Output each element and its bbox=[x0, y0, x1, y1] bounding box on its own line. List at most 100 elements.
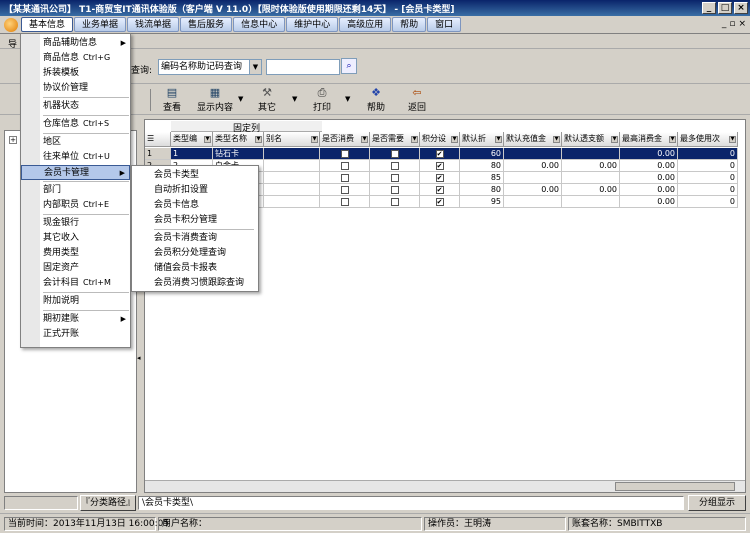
submenu-item-4[interactable]: 会员卡积分管理 bbox=[132, 213, 258, 228]
menu-8[interactable]: 帮助 bbox=[392, 17, 427, 32]
mdi-restore-icon[interactable]: ▫ bbox=[729, 19, 735, 29]
menu-item-1[interactable]: 商品辅助信息 ▶ bbox=[21, 36, 130, 51]
view-button[interactable]: ▤ 查看 bbox=[160, 87, 184, 114]
submenu-item-6[interactable]: 会员积分处理查询 bbox=[132, 246, 258, 261]
checkbox-icon[interactable] bbox=[340, 185, 349, 194]
checkbox-checked-icon[interactable]: ✔ bbox=[435, 197, 444, 206]
sort-icon[interactable]: ▼ bbox=[553, 136, 560, 143]
grid-cell-discount[interactable]: 95 bbox=[460, 196, 504, 208]
sort-icon[interactable]: ▼ bbox=[311, 136, 318, 143]
scroll-thumb[interactable] bbox=[615, 482, 735, 491]
grid-cell-points[interactable]: ✔ bbox=[420, 184, 460, 196]
grid-cell-consume[interactable] bbox=[320, 196, 370, 208]
sort-icon[interactable]: ▼ bbox=[451, 136, 458, 143]
submenu-item-5[interactable]: 会员卡消费查询 bbox=[132, 231, 258, 246]
display-content-button[interactable]: ▦ 显示内容 bbox=[195, 87, 235, 114]
grid-cell-alias[interactable] bbox=[264, 160, 320, 172]
minimize-icon[interactable]: _ bbox=[702, 2, 716, 14]
sort-icon[interactable]: ▼ bbox=[669, 136, 676, 143]
grid-cell-recharge[interactable] bbox=[504, 148, 562, 160]
column-header-11[interactable]: 最多使用次 ▼ bbox=[678, 132, 738, 147]
sort-icon[interactable]: ▼ bbox=[729, 136, 736, 143]
grid-cell-recharge[interactable] bbox=[504, 196, 562, 208]
grid-cell-maxuse[interactable]: 0 bbox=[678, 148, 738, 160]
submenu-item-2[interactable]: 自动折扣设置 bbox=[132, 183, 258, 198]
chevron-down-icon[interactable]: ▼ bbox=[345, 95, 350, 103]
maximize-icon[interactable]: □ bbox=[718, 2, 732, 14]
grid-cell-points[interactable]: ✔ bbox=[420, 172, 460, 184]
grid-cell-name[interactable]: 钻石卡 bbox=[213, 148, 264, 160]
chevron-down-icon[interactable]: ▼ bbox=[292, 95, 297, 103]
column-header-10[interactable]: 最高消费金 ▼ bbox=[620, 132, 678, 147]
grid-cell-maxuse[interactable]: 0 bbox=[678, 184, 738, 196]
chevron-down-icon[interactable]: ▼ bbox=[238, 95, 243, 103]
menu-item-14[interactable]: 费用类型 bbox=[21, 246, 130, 261]
sort-icon[interactable]: ▼ bbox=[495, 136, 502, 143]
grid-cell-consume[interactable] bbox=[320, 148, 370, 160]
checkbox-icon[interactable] bbox=[390, 173, 399, 182]
grid-cell-need[interactable] bbox=[370, 184, 420, 196]
grid-cell-overdraft[interactable] bbox=[562, 196, 620, 208]
grid-cell-overdraft[interactable] bbox=[562, 148, 620, 160]
column-header-6[interactable]: 积分设 ▼ bbox=[420, 132, 460, 147]
grid-cell-need[interactable] bbox=[370, 148, 420, 160]
menu-6[interactable]: 维护中心 bbox=[286, 17, 339, 32]
column-header-5[interactable]: 是否需要 ▼ bbox=[370, 132, 420, 147]
grid-cell-maxuse[interactable]: 0 bbox=[678, 172, 738, 184]
grid-cell-maxspend[interactable]: 0.00 bbox=[620, 148, 678, 160]
grid-cell-consume[interactable] bbox=[320, 160, 370, 172]
sort-icon[interactable]: ▼ bbox=[411, 136, 418, 143]
menu-1[interactable]: 基本信息 bbox=[21, 17, 74, 32]
checkbox-checked-icon[interactable]: ✔ bbox=[435, 149, 444, 158]
grid-cell-maxspend[interactable]: 0.00 bbox=[620, 160, 678, 172]
checkbox-icon[interactable] bbox=[390, 185, 399, 194]
tree-root[interactable]: + bbox=[9, 135, 17, 145]
grid-cell-points[interactable]: ✔ bbox=[420, 160, 460, 172]
column-header-4[interactable]: 是否消费 ▼ bbox=[320, 132, 370, 147]
search-icon[interactable]: ⌕ bbox=[341, 58, 357, 74]
column-header-2[interactable]: 类型名称 ▼ bbox=[213, 132, 264, 147]
grid-cell-need[interactable] bbox=[370, 196, 420, 208]
query-mode-select[interactable]: 编码名称助记码查询 ▼ bbox=[158, 59, 262, 75]
menu-item-16[interactable]: 会计科目 Ctrl+M bbox=[21, 276, 130, 291]
menu-item-11[interactable]: 内部职员 Ctrl+E bbox=[21, 198, 130, 213]
grid-cell-alias[interactable] bbox=[264, 172, 320, 184]
checkbox-icon[interactable] bbox=[340, 161, 349, 170]
grid-cell-discount[interactable]: 80 bbox=[460, 184, 504, 196]
column-header-8[interactable]: 默认充值金 ▼ bbox=[504, 132, 562, 147]
grid-cell-need[interactable] bbox=[370, 160, 420, 172]
print-button[interactable]: ⎙ 打印 bbox=[310, 87, 334, 114]
grid-cell-discount[interactable]: 85 bbox=[460, 172, 504, 184]
horizontal-scrollbar[interactable] bbox=[145, 480, 745, 492]
grid-cell-maxuse[interactable]: 0 bbox=[678, 196, 738, 208]
menu-item-18[interactable]: 期初建账 ▶ bbox=[21, 312, 130, 327]
sort-icon[interactable]: ▼ bbox=[361, 136, 368, 143]
grid-cell-need[interactable] bbox=[370, 172, 420, 184]
grid-cell-maxspend[interactable]: 0.00 bbox=[620, 172, 678, 184]
menu-item-6[interactable]: 仓库信息 Ctrl+S bbox=[21, 117, 130, 132]
menu-item-5[interactable]: 机器状态 bbox=[21, 99, 130, 114]
sort-icon[interactable]: ▼ bbox=[611, 136, 618, 143]
menu-item-3[interactable]: 拆装模板 bbox=[21, 66, 130, 81]
grid-cell-recharge[interactable]: 0.00 bbox=[504, 160, 562, 172]
column-header-1[interactable]: 类型编 ▼ bbox=[171, 132, 213, 147]
menu-7[interactable]: 高级应用 bbox=[339, 17, 392, 32]
grid-cell-alias[interactable] bbox=[264, 184, 320, 196]
table-row[interactable]: 1 1 钻石卡 ✔ 60 0.00 0 bbox=[145, 148, 738, 160]
grid-cell-consume[interactable] bbox=[320, 172, 370, 184]
checkbox-icon[interactable] bbox=[340, 173, 349, 182]
group-display-button[interactable]: 分组显示 bbox=[688, 495, 746, 511]
grid-cell-recharge[interactable]: 0.00 bbox=[504, 184, 562, 196]
chevron-left-icon[interactable]: ◂ bbox=[137, 354, 141, 362]
column-header-9[interactable]: 默认透支额 ▼ bbox=[562, 132, 620, 147]
back-button[interactable]: ⇦ 返回 bbox=[405, 87, 429, 114]
menu-2[interactable]: 业务单据 bbox=[74, 17, 127, 32]
grid-cell-discount[interactable]: 60 bbox=[460, 148, 504, 160]
app-logo-icon[interactable] bbox=[4, 17, 18, 32]
menu-5[interactable]: 信息中心 bbox=[233, 17, 286, 32]
menu-item-15[interactable]: 固定资产 bbox=[21, 261, 130, 276]
menu-item-4[interactable]: 协议价管理 bbox=[21, 81, 130, 96]
other-button[interactable]: ⚒ 其它 bbox=[255, 87, 279, 114]
mdi-close-icon[interactable]: × bbox=[738, 19, 746, 29]
menu-item-9[interactable]: 会员卡管理 ▶ bbox=[21, 165, 130, 180]
